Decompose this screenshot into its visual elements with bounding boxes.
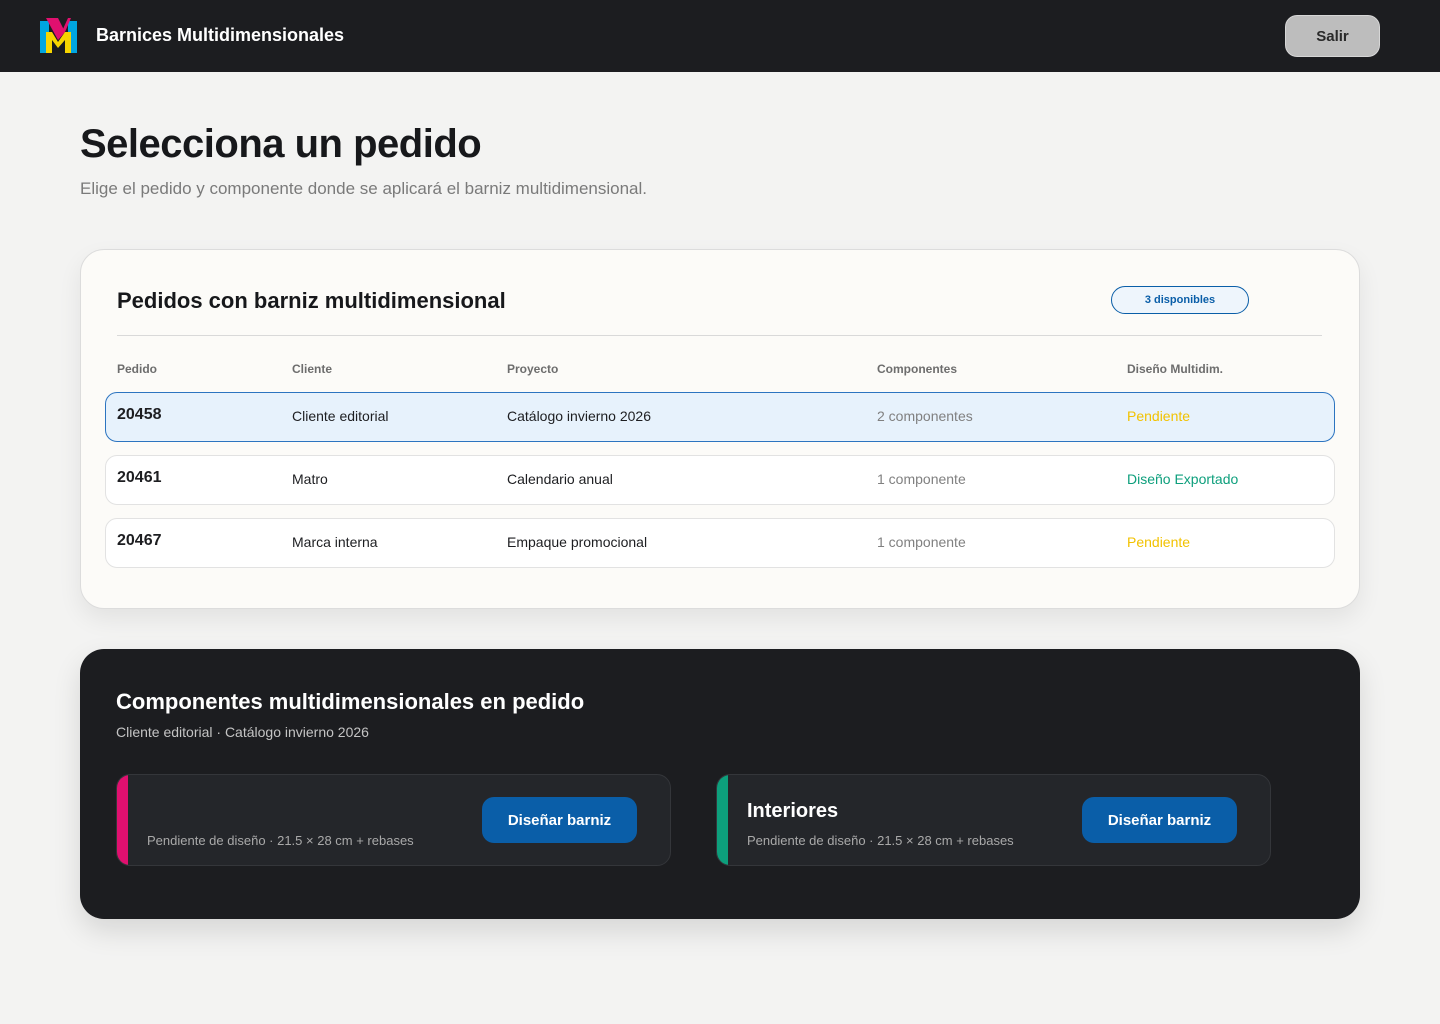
column-header-project: Proyecto xyxy=(507,362,559,376)
orders-title: Pedidos con barniz multidimensional xyxy=(117,288,506,313)
order-id: 20467 xyxy=(117,532,162,549)
brand-name: Barnices Multidimensionales xyxy=(96,25,345,45)
design-varnish-button[interactable]: Diseñar barniz xyxy=(1082,797,1237,843)
order-client: Matro xyxy=(292,471,328,487)
order-id: 20461 xyxy=(117,469,162,486)
component-meta: Pendiente de diseño · 21.5 × 28 cm + reb… xyxy=(147,833,414,848)
order-row-20458[interactable]: 20458 Cliente editorial Catálogo inviern… xyxy=(105,392,1335,442)
component-card-interiores: Interiores Pendiente de diseño · 21.5 × … xyxy=(716,774,1271,866)
order-design-status: Pendiente xyxy=(1127,408,1191,424)
column-header-design: Diseño Multidim. xyxy=(1127,362,1223,376)
components-subtitle: Cliente editorial · Catálogo invierno 20… xyxy=(116,724,369,740)
column-header-order: Pedido xyxy=(117,362,158,376)
component-accent-bar xyxy=(717,775,728,865)
column-header-client: Cliente xyxy=(292,362,333,376)
component-name: Interiores xyxy=(747,800,839,822)
order-client: Cliente editorial xyxy=(292,408,389,424)
components-title: Componentes multidimensionales en pedido xyxy=(116,689,585,714)
orders-card: Pedidos con barniz multidimensional 3 di… xyxy=(80,249,1360,609)
component-accent-bar xyxy=(117,775,128,865)
order-project: Empaque promocional xyxy=(507,534,648,550)
order-client: Marca interna xyxy=(292,534,378,550)
available-count-badge: 3 disponibles xyxy=(1111,286,1249,314)
order-row-20461[interactable]: 20461 Matro Calendario anual 1 component… xyxy=(105,455,1335,505)
logout-button[interactable]: Salir xyxy=(1285,15,1380,57)
order-design-status: Diseño Exportado xyxy=(1127,471,1239,487)
order-project: Calendario anual xyxy=(507,471,613,487)
design-varnish-button[interactable]: Diseñar barniz xyxy=(482,797,637,843)
order-components: 2 componentes xyxy=(877,408,973,424)
order-components: 1 componente xyxy=(877,534,966,550)
components-card: Componentes multidimensionales en pedido… xyxy=(80,649,1360,919)
component-meta: Pendiente de diseño · 21.5 × 28 cm + reb… xyxy=(747,833,1014,848)
column-header-components: Componentes xyxy=(877,362,958,376)
page-title: Selecciona un pedido xyxy=(80,122,482,166)
component-card: Pendiente de diseño · 21.5 × 28 cm + reb… xyxy=(116,774,671,866)
order-components: 1 componente xyxy=(877,471,966,487)
top-bar: Barnices Multidimensionales Salir xyxy=(0,0,1440,72)
divider xyxy=(117,335,1322,336)
order-row-20467[interactable]: 20467 Marca interna Empaque promocional … xyxy=(105,518,1335,568)
order-design-status: Pendiente xyxy=(1127,534,1191,550)
order-project: Catálogo invierno 2026 xyxy=(507,408,651,424)
brand-logo xyxy=(40,18,77,53)
page-subtitle: Elige el pedido y componente donde se ap… xyxy=(80,179,648,198)
order-id: 20458 xyxy=(117,406,162,423)
